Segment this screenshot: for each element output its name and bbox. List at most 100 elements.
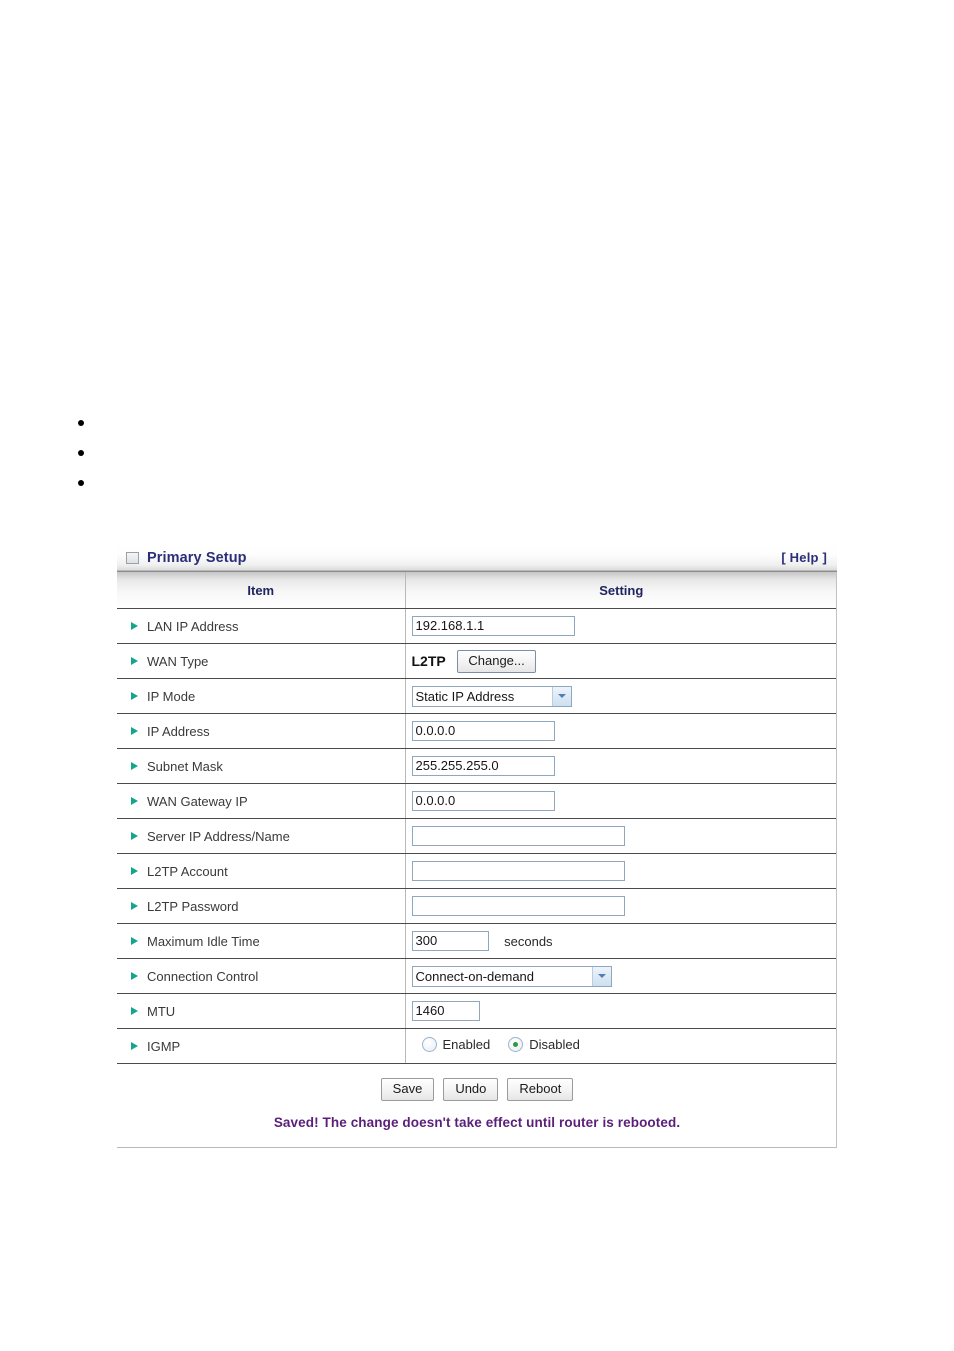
server-ip-address-name-input[interactable]: [411, 826, 625, 846]
row-label-l2tp-password: L2TP Password: [117, 888, 406, 924]
arrow-right-icon: [131, 937, 138, 946]
table-row: LAN IP Address: [117, 608, 837, 644]
row-label-ip-address: IP Address: [117, 713, 406, 749]
ip-mode-select[interactable]: Static IP Address: [411, 685, 572, 707]
item-label-text: MTU: [147, 1003, 176, 1019]
page-title: Primary Setup: [147, 549, 247, 566]
l2tp-password-input[interactable]: [411, 896, 625, 916]
wan-gateway-ip-input[interactable]: [411, 791, 555, 811]
subnet-mask-input[interactable]: [411, 756, 555, 776]
ip-address-input[interactable]: [411, 721, 555, 741]
mtu-input[interactable]: [411, 1001, 480, 1021]
panel-bottom-divider: [117, 1147, 837, 1148]
table-row: Maximum Idle Time seconds: [117, 923, 837, 959]
connection-control-select[interactable]: Connect-on-demand: [411, 965, 612, 987]
item-label-text: IP Mode: [147, 688, 196, 704]
item-label-text: Connection Control: [147, 968, 259, 984]
table-row: L2TP Account: [117, 853, 837, 889]
arrow-right-icon: [131, 797, 138, 806]
column-header-item: Item: [117, 572, 406, 609]
save-button[interactable]: Save: [380, 1078, 435, 1101]
change-wan-type-button[interactable]: Change...: [457, 649, 536, 673]
item-label-text: L2TP Password: [147, 898, 239, 914]
row-setting-subnet-mask: [405, 748, 837, 784]
row-label-subnet-mask: Subnet Mask: [117, 748, 406, 784]
row-label-ip-mode: IP Mode: [117, 678, 406, 714]
reboot-button[interactable]: Reboot: [507, 1078, 574, 1101]
arrow-right-icon: [131, 762, 138, 771]
arrow-right-icon: [131, 972, 138, 981]
row-label-connection-control: Connection Control: [117, 958, 406, 994]
igmp-radio-disabled-label: Disabled: [529, 1037, 580, 1052]
window-box-icon: [126, 551, 139, 564]
row-label-wan-gateway-ip: WAN Gateway IP: [117, 783, 406, 819]
igmp-radio-enabled[interactable]: Enabled: [421, 1037, 491, 1052]
item-label-text: WAN Gateway IP: [147, 793, 248, 809]
igmp-radio-disabled[interactable]: Disabled: [508, 1037, 580, 1052]
igmp-radio-group: Enabled Disabled: [412, 1037, 598, 1052]
undo-button[interactable]: Undo: [443, 1078, 499, 1101]
status-message: Saved! The change doesn't take effect un…: [273, 1115, 681, 1130]
radio-icon: [421, 1037, 437, 1052]
item-label-text: Maximum Idle Time: [147, 933, 260, 949]
row-setting-ip-address: [405, 713, 837, 749]
table-row: IP Address: [117, 713, 837, 749]
arrow-right-icon: [131, 832, 138, 841]
panel-right-divider: [836, 572, 837, 1148]
table-row: MTU: [117, 993, 837, 1029]
column-header-setting: Setting: [405, 572, 837, 609]
row-setting-mtu: [405, 993, 837, 1029]
panel-titlebar: Primary Setup [ Help ]: [117, 544, 837, 572]
maximum-idle-time-unit: seconds: [504, 934, 553, 950]
table-row: L2TP Password: [117, 888, 837, 924]
row-label-wan-type: WAN Type: [117, 643, 406, 679]
row-setting-wan-gateway-ip: [405, 783, 837, 819]
primary-setup-panel: Primary Setup [ Help ] Item Setting LAN …: [117, 544, 837, 1148]
row-setting-igmp: Enabled Disabled: [405, 1028, 837, 1064]
table-row: WAN Type L2TP Change...: [117, 643, 837, 679]
table-row: Connection Control Connect-on-demand: [117, 958, 837, 994]
row-setting-wan-type: L2TP Change...: [405, 643, 837, 679]
row-label-mtu: MTU: [117, 993, 406, 1029]
primary-setup-table: Item Setting LAN IP Address 192.168.1.1 …: [117, 572, 837, 1064]
item-label-text: IP Address: [147, 723, 210, 739]
igmp-radio-enabled-label: Enabled: [442, 1037, 491, 1052]
maximum-idle-time-input[interactable]: [411, 931, 489, 951]
row-setting-connection-control: Connect-on-demand: [405, 958, 837, 994]
row-label-igmp: IGMP: [117, 1028, 406, 1064]
item-label-text: Server IP Address/Name: [147, 828, 290, 844]
item-label-text: Subnet Mask: [147, 758, 223, 774]
table-row: IGMP Enabled Disabled: [117, 1028, 837, 1064]
arrow-right-icon: [131, 867, 138, 876]
item-label-text: LAN IP Address: [147, 618, 239, 634]
row-setting-l2tp-account: [405, 853, 837, 889]
wan-type-value: L2TP: [411, 653, 446, 669]
arrow-right-icon: [131, 1007, 138, 1016]
radio-selected-icon: [508, 1037, 524, 1052]
table-row: IP Mode Static IP Address: [117, 678, 837, 714]
row-label-lan-ip-address: LAN IP Address: [117, 608, 406, 644]
item-label-text: L2TP Account: [147, 863, 228, 879]
row-setting-lan-ip-address: [405, 608, 837, 644]
help-link[interactable]: [ Help ]: [781, 550, 827, 565]
row-setting-l2tp-password: [405, 888, 837, 924]
item-label-text: IGMP: [147, 1038, 181, 1054]
row-label-server-ip-address-name: Server IP Address/Name: [117, 818, 406, 854]
panel-footer: Save Undo Reboot Saved! The change doesn…: [117, 1064, 837, 1148]
arrow-right-icon: [131, 902, 138, 911]
lan-ip-address-input[interactable]: [411, 616, 575, 636]
row-setting-maximum-idle-time: seconds: [405, 923, 837, 959]
row-setting-server-ip-address-name: [405, 818, 837, 854]
bullet-list: [60, 408, 84, 498]
table-row: Subnet Mask: [117, 748, 837, 784]
footer-button-group: Save Undo Reboot: [117, 1078, 837, 1101]
arrow-right-icon: [131, 1042, 138, 1051]
l2tp-account-input[interactable]: [411, 861, 625, 881]
arrow-right-icon: [131, 657, 138, 666]
row-label-l2tp-account: L2TP Account: [117, 853, 406, 889]
row-label-maximum-idle-time: Maximum Idle Time: [117, 923, 406, 959]
arrow-right-icon: [131, 692, 138, 701]
row-setting-ip-mode: Static IP Address: [405, 678, 837, 714]
arrow-right-icon: [131, 622, 138, 631]
table-row: WAN Gateway IP: [117, 783, 837, 819]
